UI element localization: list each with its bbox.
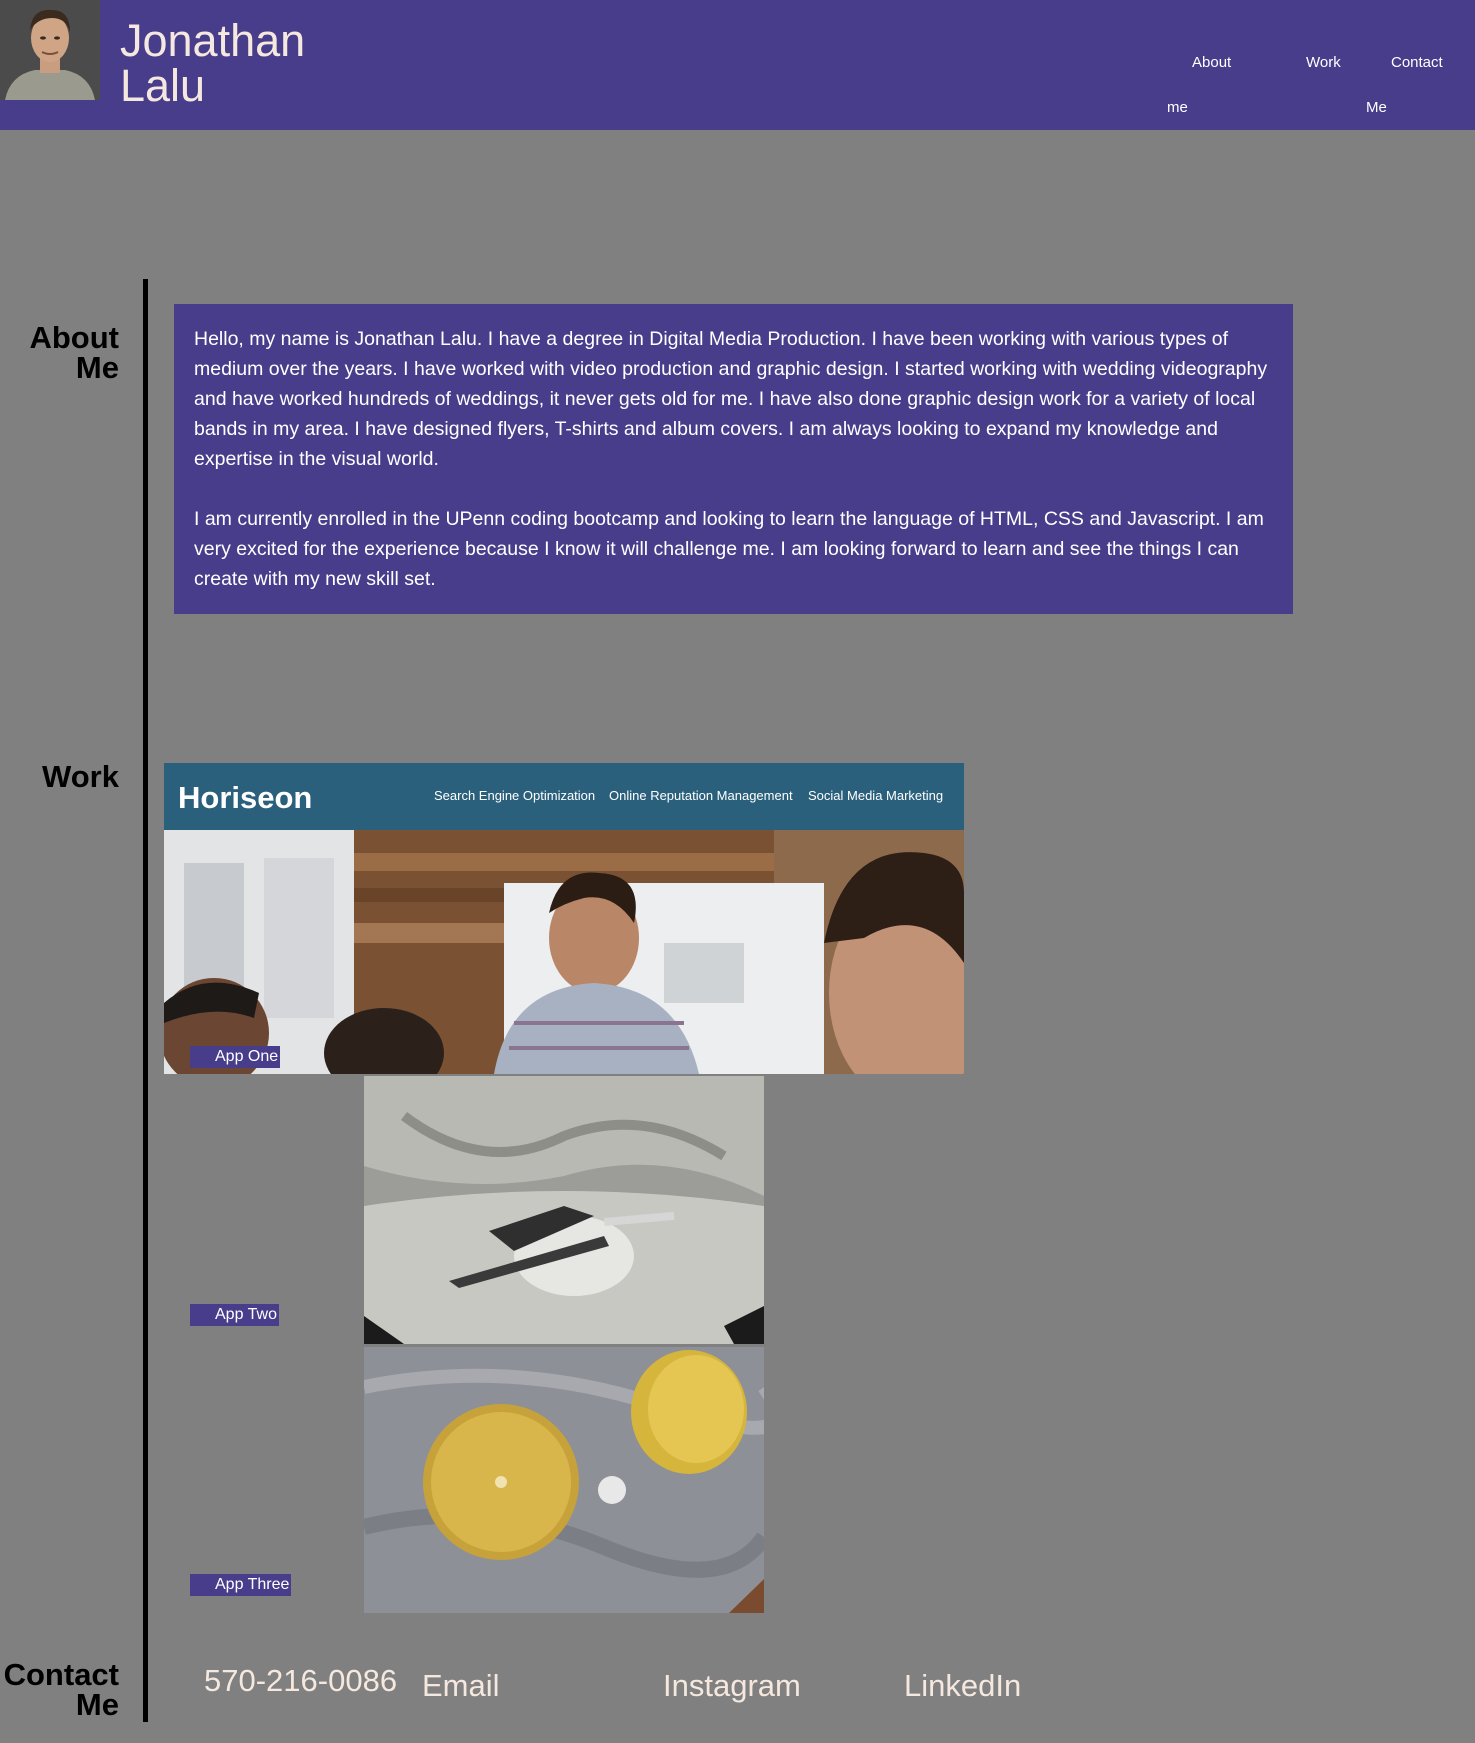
nav-contact-me-link[interactable]: Contact — [1391, 54, 1443, 71]
about-me-heading: About Me — [0, 322, 119, 385]
app-three-label[interactable]: App Three — [190, 1574, 292, 1596]
nav-work-link[interactable]: Work — [1306, 54, 1341, 71]
nav-contact-me-link-continued[interactable]: Me — [1366, 99, 1387, 116]
about-me-panel: Hello, my name is Jonathan Lalu. I have … — [174, 304, 1293, 614]
nav-about-me-link[interactable]: About — [1192, 54, 1231, 71]
site-title-first: Jonathan — [120, 15, 306, 66]
site-title: Jonathan Lalu — [120, 18, 340, 108]
about-heading-line2: Me — [75, 350, 119, 385]
horiseon-nav-orm: Online Reputation Management — [609, 788, 793, 803]
app-two-label[interactable]: App Two — [190, 1304, 279, 1326]
profile-photo — [0, 0, 100, 100]
contact-instagram-link[interactable]: Instagram — [663, 1668, 801, 1704]
contact-heading-line2: Me — [75, 1687, 119, 1722]
section-divider-line — [143, 279, 148, 1722]
site-header: Jonathan Lalu About me Work Contact Me — [0, 0, 1475, 130]
horiseon-nav-seo: Search Engine Optimization — [434, 788, 595, 803]
contact-email-link[interactable]: Email — [422, 1668, 500, 1704]
contact-linkedin-link[interactable]: LinkedIn — [904, 1668, 1021, 1704]
horiseon-nav-smm: Social Media Marketing — [808, 788, 943, 803]
app-two-screenshot[interactable] — [364, 1076, 764, 1344]
work-heading: Work — [42, 759, 119, 794]
about-paragraph-2: I am currently enrolled in the UPenn cod… — [194, 508, 1264, 590]
app-three-screenshot[interactable] — [364, 1347, 764, 1613]
contact-me-heading: Contact Me — [0, 1659, 119, 1722]
app-one-label[interactable]: App One — [190, 1046, 281, 1068]
horiseon-brand-text: Horiseon — [178, 780, 312, 815]
app-one-screenshot[interactable]: Horiseon Search Engine Optimization Onli… — [164, 763, 964, 1074]
site-title-last: Lalu — [120, 60, 206, 111]
nav-about-me-link-continued[interactable]: me — [1167, 99, 1188, 116]
about-paragraph-1: Hello, my name is Jonathan Lalu. I have … — [194, 328, 1268, 470]
contact-phone-number: 570-216-0086 — [204, 1663, 398, 1698]
